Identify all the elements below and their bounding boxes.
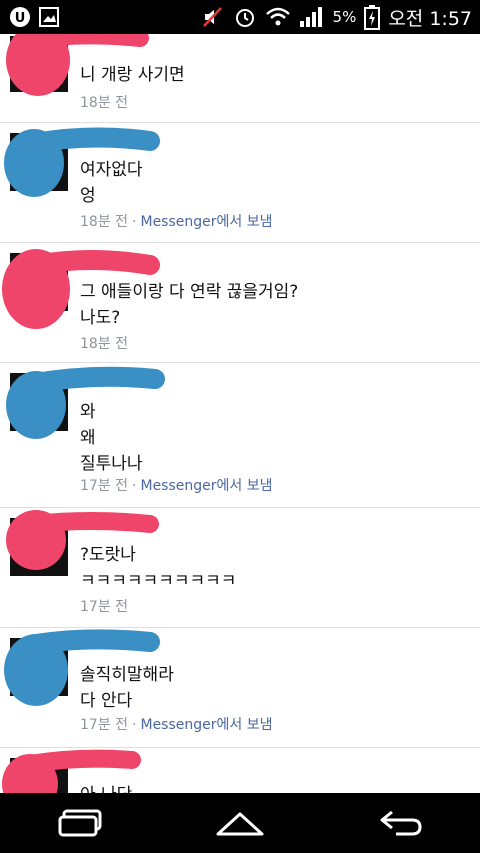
message-line: 솔직히말해라 [80,665,174,685]
navigation-bar [0,793,480,853]
message-line: 니 개랑 사기면 [80,65,185,85]
message-time: 17분 전 [80,478,129,494]
meta-separator: · [132,214,137,230]
u-plus-icon: U [8,5,32,29]
image-icon [38,6,60,28]
avatar[interactable] [10,518,68,576]
battery-percent: 5% [332,8,357,26]
messenger-sent-link[interactable]: Messenger에서 보냄 [140,214,272,230]
avatar[interactable] [10,373,68,431]
recent-apps-icon [58,809,102,837]
message-line: 와 [80,402,96,422]
message-line: ㅋㅋㅋㅋㅋㅋㅋㅋㅋㅋ [80,571,237,591]
avatar[interactable] [10,253,68,311]
status-bar: U 5% 오전 1:57 [0,0,480,34]
messenger-sent-link[interactable]: Messenger에서 보냄 [140,717,272,733]
message-line: 여자없다 [80,160,143,180]
avatar[interactable] [10,133,68,191]
wifi-icon [265,5,291,29]
message-line: 엉 [80,186,96,206]
message-time: 17분 전 [80,717,129,733]
signal-icon [299,5,325,29]
message-item[interactable]: 여자없다 엉 18분 전 · Messenger에서 보냄 [0,123,480,243]
message-line: 다 안다 [80,691,133,711]
message-item[interactable]: ?도랏나 ㅋㅋㅋㅋㅋㅋㅋㅋㅋㅋ 17분 전 [0,508,480,628]
avatar[interactable] [10,758,68,793]
avatar[interactable] [10,638,68,696]
home-icon [216,812,264,836]
message-line: 질투나나 [80,454,143,474]
recent-apps-button[interactable] [40,798,120,848]
message-item[interactable]: 솔직히말해라 다 안다 17분 전 · Messenger에서 보냄 [0,628,480,748]
mute-icon [201,5,225,29]
meta-separator: · [132,478,137,494]
message-time: 18분 전 [80,95,129,111]
message-item[interactable]: 와 왜 질투나나 17분 전 · Messenger에서 보냄 [0,363,480,508]
message-line: 왜 [80,428,96,448]
svg-text:U: U [15,11,26,26]
home-button[interactable] [200,798,280,848]
message-line: ?도랏나 [80,545,136,565]
clock: 오전 1:57 [388,7,472,30]
message-line: 나도? [80,308,121,328]
battery-icon [364,4,381,30]
message-item[interactable]: 아 나단 [0,748,480,793]
alarm-icon [233,5,257,29]
message-list[interactable]: 니 개랑 사기면 18분 전 여자없다 엉 18분 전 · Messenger에서 … [0,34,480,793]
message-line: 아 나단 [80,782,132,793]
back-icon [380,810,422,836]
message-time: 18분 전 [80,336,129,352]
message-line: 그 애들이랑 다 연락 끊을거임? [80,282,299,302]
meta-separator: · [132,717,137,733]
message-item[interactable]: 그 애들이랑 다 연락 끊을거임? 나도? 18분 전 [0,243,480,363]
back-button[interactable] [360,798,440,848]
message-time: 17분 전 [80,599,129,615]
message-time: 18분 전 [80,214,129,230]
avatar[interactable] [10,36,68,92]
message-item[interactable]: 니 개랑 사기면 18분 전 [0,34,480,123]
messenger-sent-link[interactable]: Messenger에서 보냄 [140,478,272,494]
